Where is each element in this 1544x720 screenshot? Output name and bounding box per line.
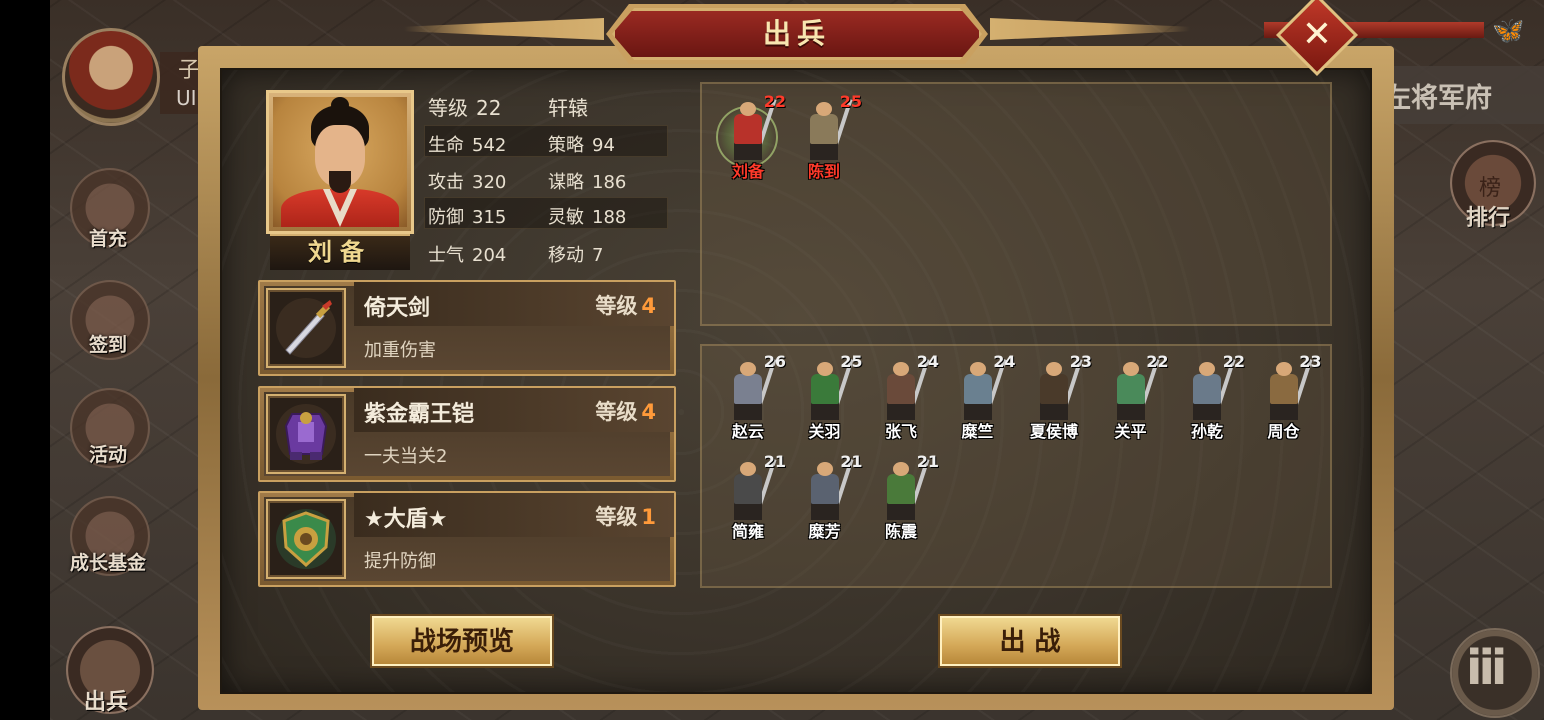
equipment-slot-weapon[interactable]: 倚天剑 等级 4 加重伤害 [258, 280, 676, 376]
unit-selected_units[interactable]: 22 刘备 [710, 92, 786, 182]
equipment-slot-armor[interactable]: 紫金霸王铠 等级 4 一夫当关2 [258, 386, 676, 482]
unit-name: 关羽 [808, 422, 841, 441]
stat-tactics: 谋略 186 [548, 172, 627, 193]
unit-available_units[interactable]: 24 张飞 [863, 352, 939, 442]
equipment-desc: 加重伤害 [364, 340, 436, 361]
unit-level: 22 [1222, 352, 1245, 371]
unit-name: 陈震 [884, 522, 917, 541]
unit-level: 25 [840, 352, 863, 371]
unit-available_units[interactable]: 22 孙乾 [1169, 352, 1245, 442]
stat-level: 等级 22 [428, 96, 502, 120]
unit-level: 24 [916, 352, 939, 371]
unit-level: 22 [1146, 352, 1169, 371]
location-name: 左将军府 [1384, 83, 1492, 114]
unit-level: 23 [1299, 352, 1322, 371]
unit-name: 简雍 [731, 522, 764, 541]
armor-icon [266, 394, 346, 474]
unit-level: 22 [763, 92, 786, 111]
growth-fund-label: 成长基金 [69, 552, 146, 574]
start-battle-button[interactable]: 出 战 [940, 616, 1120, 666]
unit-level: 21 [763, 452, 786, 471]
menu-icon: iii [1466, 640, 1507, 696]
unit-available_units[interactable]: 21 陈震 [863, 452, 939, 542]
equipment-name: 紫金霸王铠 [364, 402, 475, 427]
stat-attack: 攻击 320 [428, 172, 507, 193]
unit-name: 赵云 [731, 422, 764, 441]
deploy-nav-label: 出兵 [84, 690, 129, 715]
unit-available_units[interactable]: 25 关羽 [787, 352, 863, 442]
unit-name: 糜竺 [961, 422, 994, 441]
unit-level: 23 [1069, 352, 1092, 371]
hero-name: 刘备 [308, 238, 372, 266]
equipment-level: 等级 4 [595, 294, 656, 318]
stat-hp: 生命 542 [428, 135, 507, 156]
player-avatar[interactable] [62, 28, 160, 126]
activity-label: 活动 [88, 444, 127, 466]
sign-in-label: 签到 [88, 334, 127, 356]
unit-name: 张飞 [884, 422, 917, 441]
unit-available_units[interactable]: 24 糜竺 [940, 352, 1016, 442]
stat-agility: 灵敏 188 [548, 207, 627, 228]
ranking-icon: 榜 [1479, 176, 1502, 201]
hero-portrait [266, 90, 414, 234]
equipment-name: ★大盾★ [364, 507, 448, 532]
unit-level: 24 [993, 352, 1016, 371]
stat-class: 轩辕 [548, 96, 588, 120]
unit-available_units[interactable]: 23 夏侯博 [1016, 352, 1092, 442]
unit-level: 21 [840, 452, 863, 471]
equipment-slot-shield[interactable]: ★大盾★ 等级 1 提升防御 [258, 491, 676, 587]
equipment-desc: 提升防御 [364, 551, 436, 572]
unit-name: 周仓 [1267, 422, 1300, 441]
unit-level: 26 [763, 352, 786, 371]
unit-available_units[interactable]: 21 糜芳 [787, 452, 863, 542]
sword-icon [266, 288, 346, 368]
battlefield-preview-button[interactable]: 战场预览 [372, 616, 552, 666]
unit-name: 糜芳 [808, 522, 841, 541]
unit-available_units[interactable]: 21 简雍 [710, 452, 786, 542]
unit-level: 25 [839, 92, 862, 111]
dialog-title: 出兵 [762, 17, 831, 50]
unit-name: 陈到 [807, 162, 840, 181]
equipment-level: 等级 4 [595, 400, 656, 424]
unit-name: 刘备 [731, 162, 764, 181]
unit-available_units[interactable]: 22 关平 [1093, 352, 1169, 442]
unit-name: 孙乾 [1190, 422, 1223, 441]
stat-strategy: 策略 94 [548, 135, 615, 156]
ranking-label: 排行 [1466, 206, 1511, 231]
equipment-level: 等级 1 [595, 505, 656, 529]
butterfly-icon: 🦋 [1492, 16, 1525, 46]
stat-morale: 士气 204 [428, 245, 507, 266]
equipment-desc: 一夫当关2 [364, 446, 448, 467]
shield-icon [266, 499, 346, 579]
stat-defense: 防御 315 [428, 207, 507, 228]
stat-move: 移动 7 [548, 245, 604, 266]
unit-name: 关平 [1114, 422, 1147, 441]
screen-left-border [0, 0, 50, 720]
unit-available_units[interactable]: 23 周仓 [1246, 352, 1322, 442]
unit-selected_units[interactable]: 25 陈到 [786, 92, 862, 182]
equipment-name: 倚天剑 [364, 296, 431, 321]
unit-name: 夏侯博 [1029, 422, 1078, 441]
unit-available_units[interactable]: 26 赵云 [710, 352, 786, 442]
unit-level: 21 [916, 452, 939, 471]
first-recharge-label: 首充 [88, 228, 127, 250]
close-icon[interactable]: ✕ [1288, 6, 1346, 64]
